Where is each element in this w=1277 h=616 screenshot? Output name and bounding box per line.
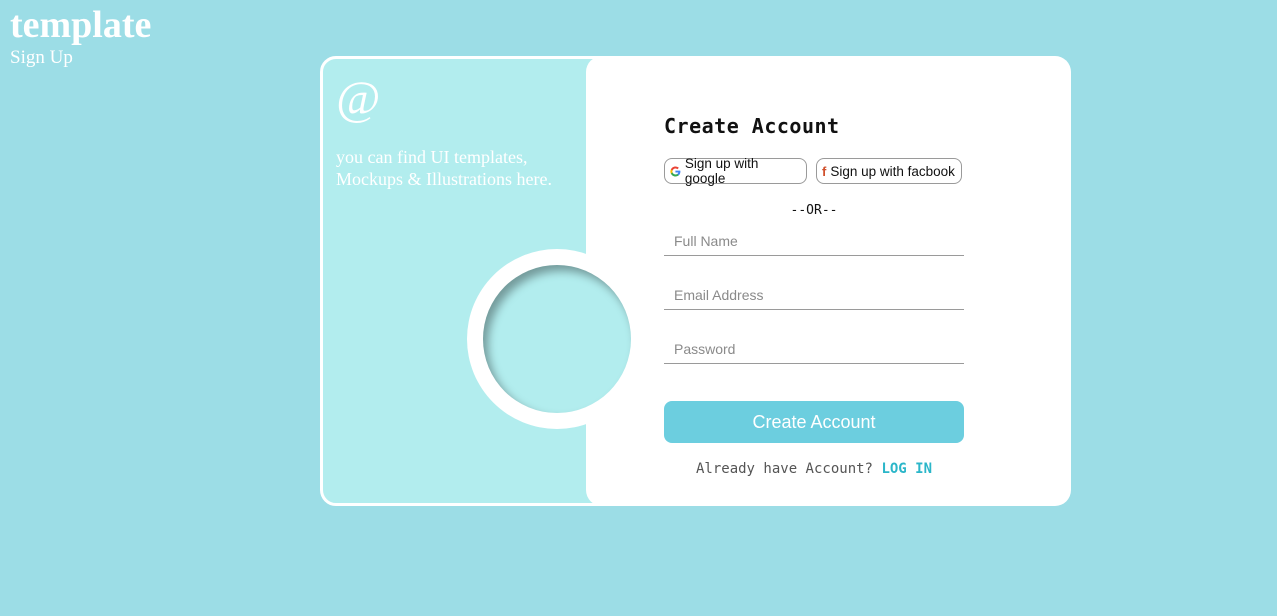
login-row: Already have Account? LOG IN	[664, 461, 964, 477]
password-input[interactable]	[664, 334, 964, 364]
form-panel: Create Account Sign up with google f Sig…	[586, 56, 1071, 506]
decorative-circle-inner	[483, 265, 631, 413]
site-title: template	[10, 4, 152, 46]
form-title: Create Account	[664, 114, 840, 138]
full-name-input[interactable]	[664, 226, 964, 256]
login-link[interactable]: LOG IN	[881, 461, 932, 477]
at-icon: @	[336, 72, 381, 125]
decorative-circle	[467, 249, 647, 429]
login-prompt: Already have Account?	[695, 461, 873, 477]
google-button-label: Sign up with google	[684, 156, 759, 186]
create-account-button[interactable]: Create Account	[664, 401, 964, 443]
google-signup-button[interactable]: Sign up with google	[664, 156, 807, 186]
facebook-signup-button[interactable]: f Sign up with facbook	[816, 158, 962, 184]
promo-tagline: you can find UI templates, Mockups & Ill…	[336, 147, 552, 189]
or-divider: --OR--	[790, 203, 838, 218]
signup-card: @ you can find UI templates, Mockups & I…	[320, 56, 1071, 506]
facebook-button-label: Sign up with facbook	[830, 163, 955, 179]
page-subtitle: Sign Up	[10, 47, 73, 68]
facebook-icon: f	[822, 163, 827, 179]
google-icon	[670, 165, 681, 177]
email-input[interactable]	[664, 280, 964, 310]
